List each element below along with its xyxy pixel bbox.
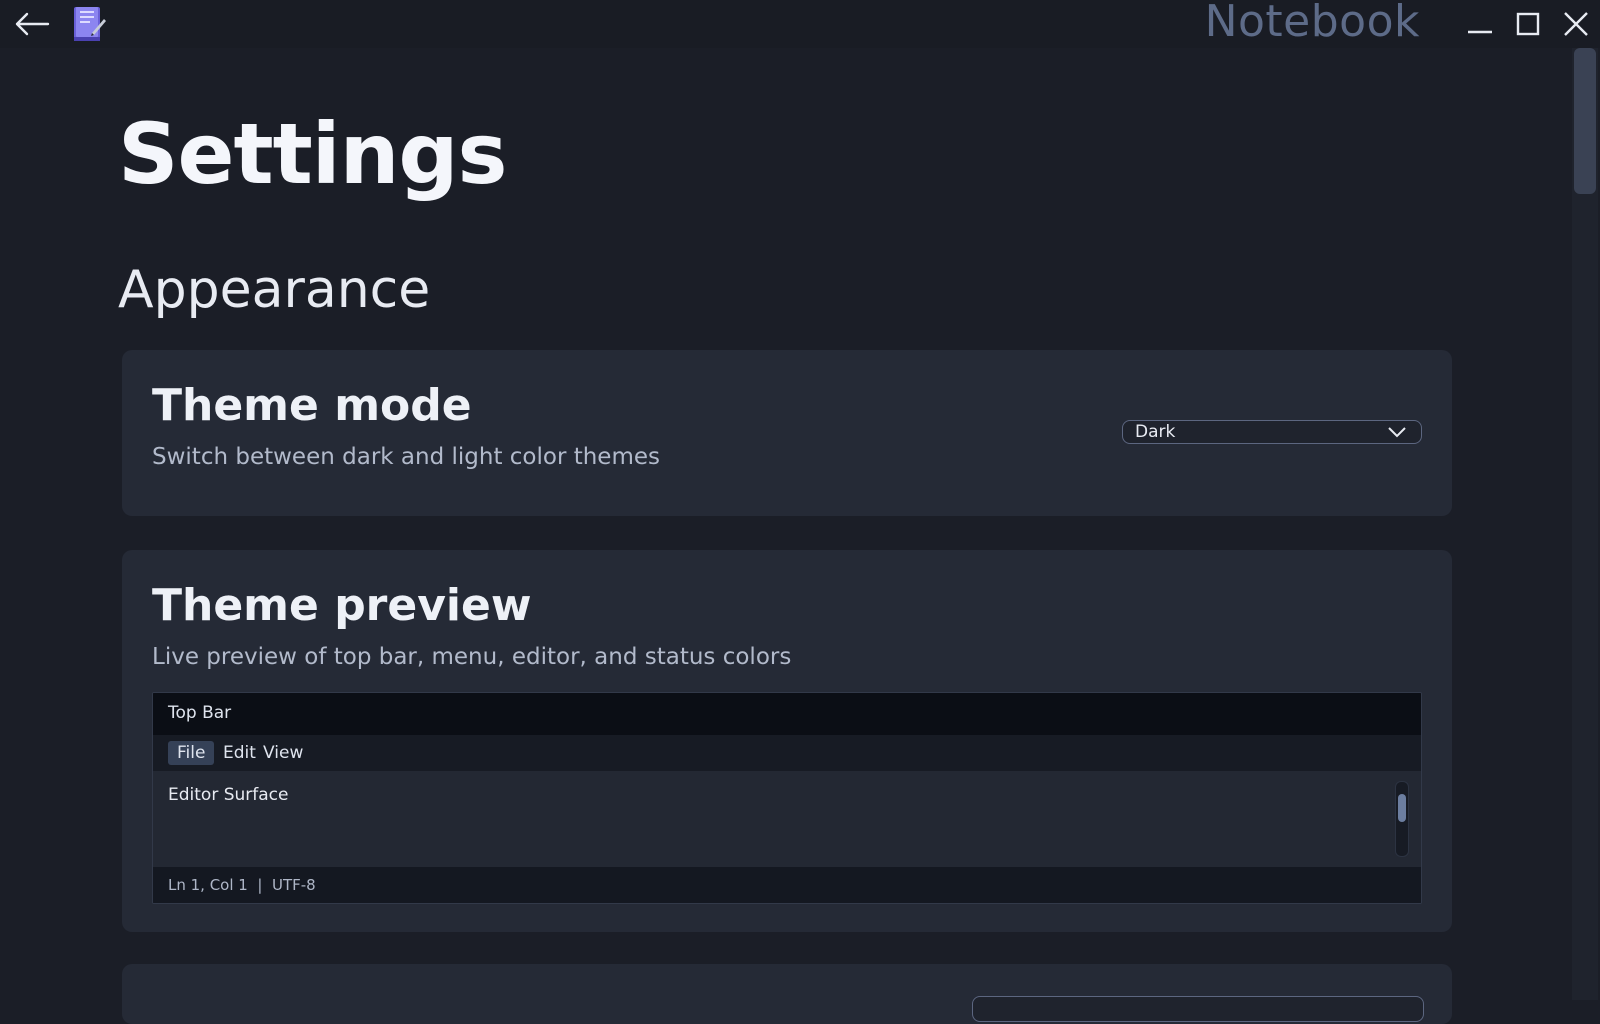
chevron-down-icon (1388, 427, 1406, 438)
theme-mode-dropdown[interactable]: Dark (1122, 420, 1422, 444)
theme-preview-panel: Top Bar File Edit View Editor Surface Ln… (152, 692, 1422, 904)
preview-editor-surface: Editor Surface (153, 771, 1421, 867)
theme-preview-heading: Theme preview (152, 580, 532, 631)
preview-editor-label: Editor Surface (168, 785, 289, 805)
preview-top-bar-label: Top Bar (168, 703, 232, 723)
theme-preview-description: Live preview of top bar, menu, editor, a… (152, 644, 792, 670)
preview-menu-file: File (168, 741, 215, 765)
window-title: Notebook (1204, 0, 1420, 47)
preview-top-bar: Top Bar (153, 693, 1421, 735)
preview-scrollbar (1395, 781, 1409, 857)
page-scrollbar[interactable] (1572, 48, 1598, 1000)
preview-menu-view: View (263, 743, 304, 763)
minimize-icon (1468, 30, 1492, 34)
section-title-appearance: Appearance (118, 260, 431, 320)
preview-menu-edit: Edit (223, 743, 256, 763)
preview-status-label: Ln 1, Col 1 | UTF-8 (168, 876, 316, 894)
theme-mode-card: Theme mode Switch between dark and light… (122, 350, 1452, 516)
theme-mode-description: Switch between dark and light color them… (152, 444, 660, 470)
close-button[interactable] (1558, 6, 1594, 42)
page-title: Settings (118, 105, 507, 203)
back-button[interactable] (14, 8, 50, 40)
preview-status-bar: Ln 1, Col 1 | UTF-8 (153, 867, 1421, 903)
theme-mode-selected-value: Dark (1135, 422, 1176, 442)
title-bar: Notebook (0, 0, 1600, 48)
maximize-icon (1516, 12, 1540, 36)
next-settings-card (122, 964, 1452, 1024)
preview-menu-bar: File Edit View (153, 735, 1421, 771)
arrow-left-icon (15, 12, 50, 36)
page-scrollbar-thumb[interactable] (1574, 48, 1596, 194)
theme-preview-card: Theme preview Live preview of top bar, m… (122, 550, 1452, 932)
maximize-button[interactable] (1510, 6, 1546, 42)
theme-mode-heading: Theme mode (152, 380, 472, 431)
preview-scrollbar-thumb (1398, 794, 1406, 822)
notebook-app-icon (72, 5, 108, 43)
close-icon (1564, 12, 1588, 36)
minimize-button[interactable] (1462, 6, 1498, 42)
